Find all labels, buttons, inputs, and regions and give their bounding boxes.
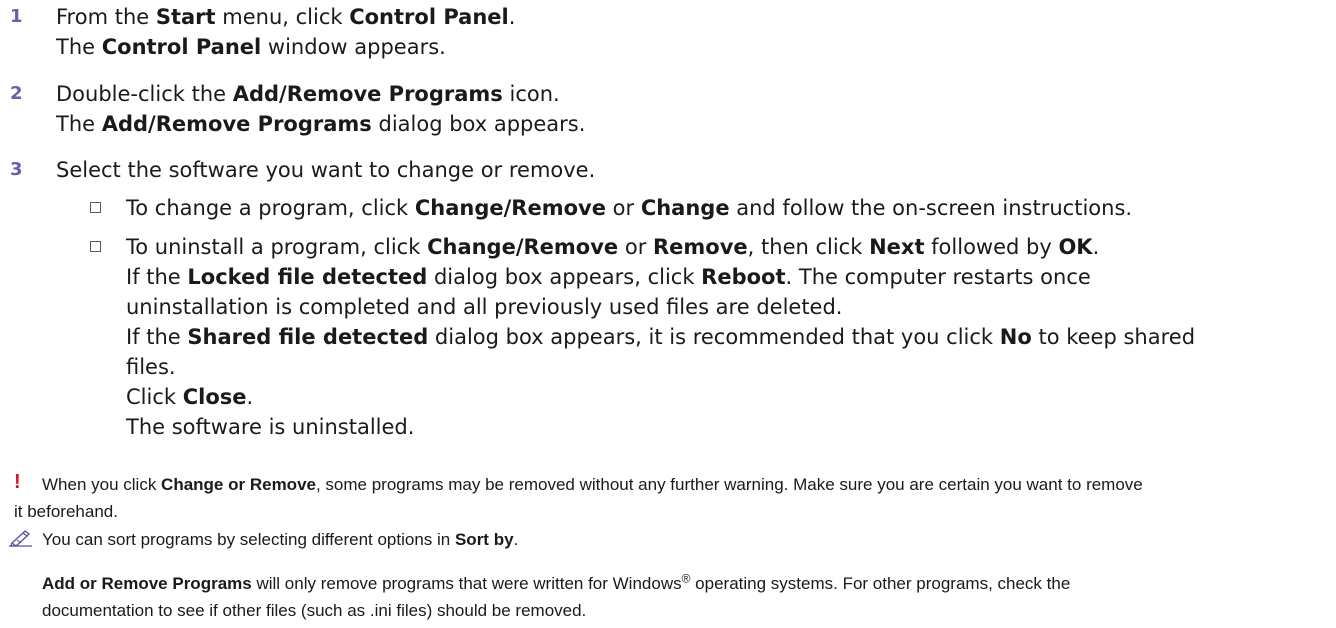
tip-note: You can sort programs by selecting diffe… — [42, 530, 519, 549]
warning-note-continued: it beforehand. — [14, 502, 118, 521]
step-number: 3 — [10, 159, 23, 180]
warning-note: When you click Change or Remove, some pr… — [42, 475, 1143, 494]
bullet-text: To uninstall a program, click Change/Rem… — [126, 235, 1196, 439]
step-text: Select the software you want to change o… — [56, 158, 596, 182]
checkbox-icon — [90, 202, 101, 213]
windows-compat-note: Add or Remove Programs will only remove … — [42, 571, 1071, 620]
checkbox-icon — [90, 241, 101, 252]
bullet-text: To change a program, click Change/Remove… — [126, 196, 1133, 220]
step-line: The Add/Remove Programs dialog box appea… — [56, 112, 586, 136]
step-number: 1 — [10, 6, 23, 27]
step-text: Double-click the Add/Remove Programs ico… — [56, 79, 1326, 139]
step-number: 2 — [10, 83, 23, 104]
step-text: From the Start menu, click Control Panel… — [56, 2, 1326, 62]
step-line: Double-click the Add/Remove Programs ico… — [56, 82, 560, 106]
exclamation-icon: ! — [14, 471, 21, 493]
step-line: From the Start menu, click Control Panel… — [56, 5, 516, 29]
step-line: The Control Panel window appears. — [56, 35, 446, 59]
pen-note-icon — [9, 530, 32, 547]
